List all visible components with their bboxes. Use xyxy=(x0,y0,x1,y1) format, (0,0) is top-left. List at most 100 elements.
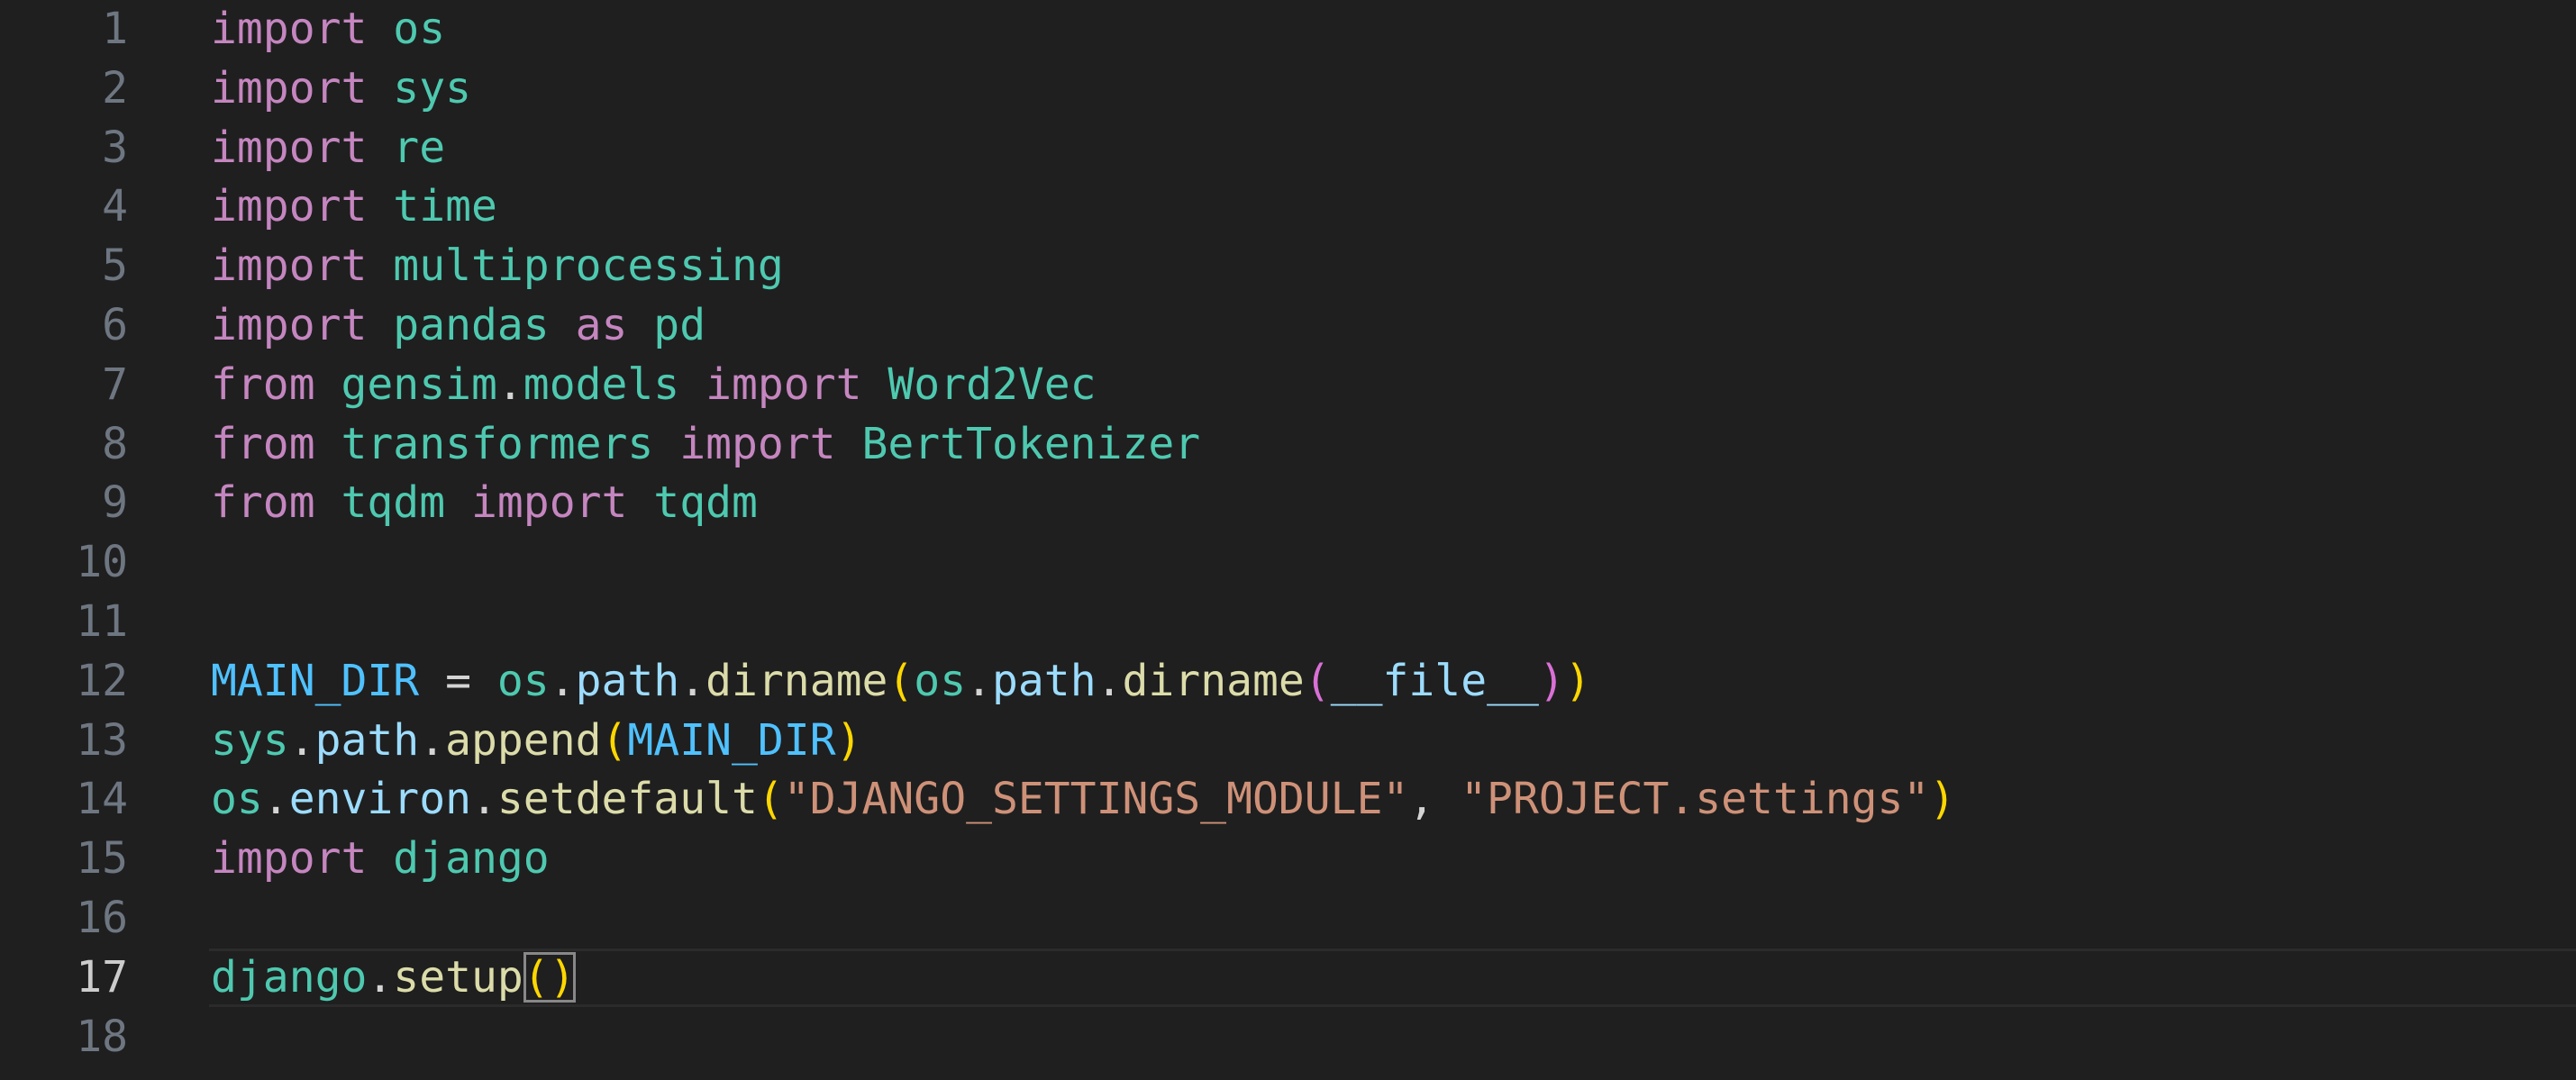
code-text[interactable]: import multiprocessing xyxy=(211,237,784,295)
code-token: . xyxy=(549,655,576,706)
code-token: transformers xyxy=(341,418,654,469)
code-token: import xyxy=(211,62,368,113)
code-token: import xyxy=(705,358,862,410)
code-line[interactable]: 13 sys.path.append(MAIN_DIR) xyxy=(0,712,2576,770)
code-text[interactable]: import os xyxy=(211,0,445,59)
code-token: import xyxy=(211,122,368,173)
line-number: 10 xyxy=(76,537,128,588)
line-number: 17 xyxy=(76,951,128,1003)
code-token: Word2Vec xyxy=(887,358,1097,410)
code-line[interactable]: 11 xyxy=(0,593,2576,651)
line-number: 15 xyxy=(76,833,128,885)
code-text[interactable]: import time xyxy=(211,177,497,236)
code-token: dirname xyxy=(1122,655,1305,706)
code-text[interactable]: from gensim.models import Word2Vec xyxy=(211,356,1097,414)
code-line[interactable]: 3 import re xyxy=(0,119,2576,177)
code-token: ( xyxy=(1304,655,1331,706)
line-number: 5 xyxy=(102,241,128,292)
code-text[interactable]: os.environ.setdefault("DJANGO_SETTINGS_M… xyxy=(211,770,1955,829)
code-line[interactable]: 17 django.setup() xyxy=(0,948,2576,1007)
code-token: "DJANGO_SETTINGS_MODULE" xyxy=(783,774,1409,825)
code-editor[interactable]: 1 import os 2 import sys 3 import re 4 import t… xyxy=(0,0,2576,1080)
code-token: from xyxy=(211,358,315,410)
code-line[interactable]: 4 import time xyxy=(0,177,2576,236)
code-token: import xyxy=(211,833,368,885)
line-number: 2 xyxy=(102,62,128,113)
code-token: os xyxy=(211,774,263,825)
code-token: BertTokenizer xyxy=(861,418,1201,469)
code-token: path xyxy=(314,714,420,766)
code-token: ) xyxy=(1564,655,1591,706)
code-token: pd xyxy=(653,300,706,350)
code-token: import xyxy=(211,4,368,54)
code-text[interactable]: sys.path.append(MAIN_DIR) xyxy=(211,712,862,770)
code-token: re xyxy=(393,122,446,173)
code-text[interactable]: import django xyxy=(211,830,550,888)
line-number: 14 xyxy=(76,774,128,825)
code-line[interactable]: 8 from transformers import BertTokenizer xyxy=(0,415,2576,474)
line-number: 18 xyxy=(76,1011,128,1062)
code-token: import xyxy=(211,300,368,350)
code-token: . xyxy=(262,774,289,825)
line-number: 12 xyxy=(76,655,128,706)
code-token: . xyxy=(288,714,315,766)
line-number: 3 xyxy=(102,122,128,173)
line-number: 11 xyxy=(76,596,128,647)
code-token: sys xyxy=(393,62,471,113)
code-token: dirname xyxy=(705,655,888,706)
code-token: ( xyxy=(887,655,915,706)
code-line[interactable]: 9 from tqdm import tqdm xyxy=(0,474,2576,532)
code-line[interactable]: 5 import multiprocessing xyxy=(0,237,2576,295)
code-token: time xyxy=(393,181,497,232)
code-token: __file__ xyxy=(1330,655,1539,706)
code-line[interactable]: 1 import os xyxy=(0,0,2576,59)
code-text[interactable]: MAIN_DIR = os.path.dirname(os.path.dirna… xyxy=(211,652,1591,711)
code-token: . xyxy=(679,655,706,706)
code-token: sys xyxy=(211,714,289,766)
code-line[interactable]: 7 from gensim.models import Word2Vec xyxy=(0,356,2576,414)
code-text[interactable]: django.setup() xyxy=(211,948,576,1007)
code-line[interactable]: 2 import sys xyxy=(0,59,2576,118)
code-token: "PROJECT.settings" xyxy=(1461,774,1930,825)
code-token: as xyxy=(575,300,628,350)
code-token: = xyxy=(419,655,497,706)
code-text[interactable]: import sys xyxy=(211,59,471,118)
code-token: os xyxy=(914,655,967,706)
code-token: import xyxy=(211,241,368,292)
code-token: , xyxy=(1408,774,1461,825)
code-token: pandas xyxy=(393,300,550,350)
code-token: import xyxy=(471,477,628,529)
code-line[interactable]: 12 MAIN_DIR = os.path.dirname(os.path.dir… xyxy=(0,652,2576,711)
code-token: . xyxy=(1096,655,1123,706)
line-number: 6 xyxy=(102,300,128,350)
code-token: path xyxy=(575,655,680,706)
code-line[interactable]: 16 xyxy=(0,889,2576,948)
code-token: . xyxy=(367,951,394,1003)
line-number: 16 xyxy=(76,893,128,943)
code-line[interactable]: 6 import pandas as pd xyxy=(0,296,2576,355)
code-line[interactable]: 18 xyxy=(0,1008,2576,1066)
code-text[interactable]: import pandas as pd xyxy=(211,296,705,355)
code-token: ( xyxy=(601,714,628,766)
code-text[interactable]: from tqdm import tqdm xyxy=(211,474,758,532)
code-text[interactable]: from transformers import BertTokenizer xyxy=(211,415,1200,474)
code-token: import xyxy=(211,181,368,232)
code-text[interactable]: import re xyxy=(211,119,445,177)
code-token: django xyxy=(393,833,550,885)
code-line[interactable]: 14 os.environ.setdefault("DJANGO_SETTINGS… xyxy=(0,770,2576,829)
code-token: append xyxy=(445,714,602,766)
code-line[interactable]: 15 import django xyxy=(0,830,2576,888)
code-token: . xyxy=(966,655,992,706)
code-line[interactable]: 10 xyxy=(0,533,2576,592)
